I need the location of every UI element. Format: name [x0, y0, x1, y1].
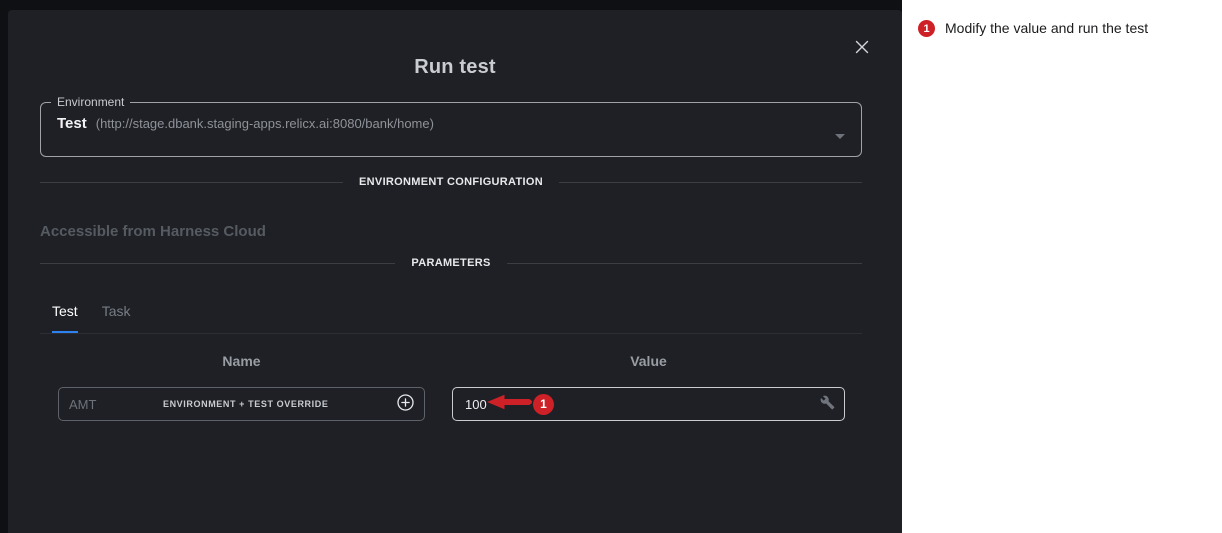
- parameter-name: AMT: [69, 397, 96, 412]
- add-override-button[interactable]: [395, 394, 415, 414]
- environment-name: Test: [57, 115, 87, 132]
- parameter-value-field: 1: [452, 387, 845, 421]
- run-test-modal: Run test Environment Test (http://stage.…: [8, 10, 902, 533]
- screen: Run test Environment Test (http://stage.…: [0, 0, 1222, 533]
- parameters-label: PARAMETERS: [411, 257, 490, 269]
- override-badge: ENVIRONMENT + TEST OVERRIDE: [96, 399, 395, 409]
- annotation-step-item: 1 Modify the value and run the test: [902, 0, 1222, 37]
- environment-configuration-label: ENVIRONMENT CONFIGURATION: [359, 176, 543, 188]
- plus-circle-icon: [397, 394, 414, 414]
- value-tools-button[interactable]: [816, 393, 838, 415]
- value-input[interactable]: [453, 388, 844, 420]
- environment-url: (http://stage.dbank.staging-apps.relicx.…: [96, 116, 434, 131]
- parameter-tabs: Test Task: [40, 303, 862, 334]
- divider-line: [40, 182, 343, 183]
- step-text: Modify the value and run the test: [945, 20, 1148, 37]
- environment-configuration-divider: ENVIRONMENT CONFIGURATION: [40, 176, 862, 188]
- column-header-name: Name: [58, 353, 425, 369]
- step-number-badge: 1: [918, 20, 935, 37]
- cloud-access-note: Accessible from Harness Cloud: [40, 223, 266, 240]
- environment-select[interactable]: Environment Test (http://stage.dbank.sta…: [40, 95, 862, 157]
- divider-line: [40, 263, 395, 264]
- chevron-down-icon: [835, 134, 845, 139]
- tab-task[interactable]: Task: [102, 303, 131, 333]
- divider-line: [559, 182, 862, 183]
- divider-line: [507, 263, 862, 264]
- column-header-value: Value: [452, 353, 845, 369]
- annotation-panel: 1 Modify the value and run the test: [902, 0, 1222, 533]
- environment-label: Environment: [51, 95, 130, 109]
- parameter-name-field: AMT ENVIRONMENT + TEST OVERRIDE: [58, 387, 425, 421]
- modal-title: Run test: [8, 56, 902, 79]
- parameter-column-headers: Name Value: [58, 353, 845, 369]
- wrench-icon: [820, 395, 835, 413]
- parameters-divider: PARAMETERS: [40, 257, 862, 269]
- close-icon: [854, 39, 870, 58]
- tab-test[interactable]: Test: [52, 303, 78, 333]
- environment-selected-value: Test (http://stage.dbank.staging-apps.re…: [41, 109, 861, 132]
- parameter-row: AMT ENVIRONMENT + TEST OVERRIDE: [58, 387, 845, 421]
